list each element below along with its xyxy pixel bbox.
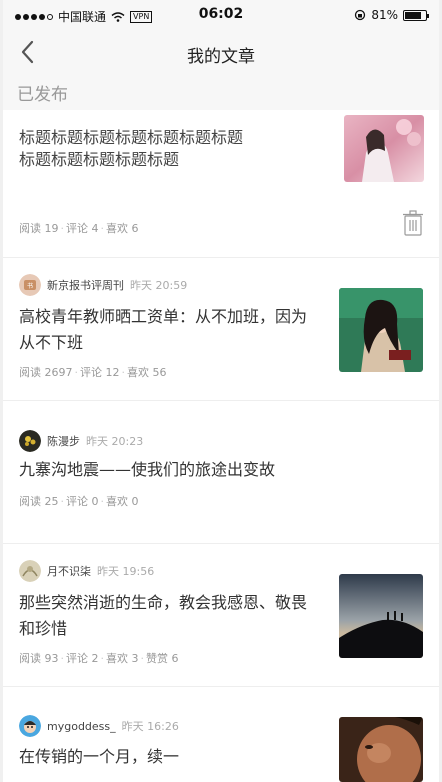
- author-name[interactable]: mygoddess_: [47, 720, 116, 733]
- nav-bar: 我的文章: [3, 30, 439, 74]
- article-thumbnail[interactable]: [344, 115, 424, 182]
- avatar[interactable]: [19, 715, 41, 737]
- post-time: 昨天 20:23: [86, 435, 144, 448]
- post-time: 昨天 19:56: [97, 565, 155, 578]
- article-title-line2: 从不下班: [19, 333, 84, 352]
- article-title-line1: 那些突然消逝的生命，教会我感恩、敬畏: [19, 593, 308, 612]
- article-card[interactable]: 陈漫步 昨天 20:23 九寨沟地震——使我们的旅途出变故 阅读 25 · 评论 0…: [3, 401, 439, 544]
- comment-count: 评论 4: [66, 222, 99, 235]
- avatar[interactable]: 书: [19, 274, 41, 296]
- article-meta: 阅读 93 · 评论 2 · 喜欢 3 · 赞赏 6: [19, 652, 179, 665]
- article-author[interactable]: 书 新京报书评周刊 昨天 20:59: [19, 274, 187, 296]
- author-name[interactable]: 陈漫步: [47, 433, 80, 449]
- article-title[interactable]: 高校青年教师晒工资单：从不加班，因为 从不下班: [19, 304, 329, 356]
- article-title[interactable]: 九寨沟地震——使我们的旅途出变故: [19, 457, 419, 483]
- section-header: 已发布: [3, 74, 439, 110]
- battery-level: [405, 11, 422, 19]
- status-right: 81%: [354, 8, 429, 22]
- read-count: 阅读 25: [19, 495, 59, 508]
- article-card[interactable]: 书 新京报书评周刊 昨天 20:59 高校青年教师晒工资单：从不加班，因为 从不…: [3, 258, 439, 401]
- article-card[interactable]: 月不识柒 昨天 19:56 那些突然消逝的生命，教会我感恩、敬畏 和珍惜 阅读 …: [3, 544, 439, 687]
- my-article-title-line2: 标题标题标题标题标题: [19, 150, 180, 169]
- avatar[interactable]: [19, 430, 41, 452]
- page-title: 我的文章: [187, 47, 255, 67]
- comment-count: 评论 0: [66, 495, 99, 508]
- app-frame: 中国联通 VPN 06:02 81% 我的文章 已发布 标题标题标题标题标题标题…: [0, 0, 442, 782]
- my-article-title[interactable]: 标题标题标题标题标题标题标题 标题标题标题标题标题: [19, 127, 325, 171]
- post-time: 昨天 16:26: [121, 720, 179, 733]
- article-title-line1: 九寨沟地震——使我们的旅途出变故: [19, 460, 276, 479]
- article-title[interactable]: 那些突然消逝的生命，教会我感恩、敬畏 和珍惜: [19, 590, 329, 642]
- like-count: 喜欢 3: [106, 652, 139, 665]
- article-title-line1: 高校青年教师晒工资单：从不加班，因为: [19, 307, 308, 326]
- article-title-line1: 在传销的一个月，续一: [19, 747, 180, 766]
- post-time: 昨天 20:59: [130, 279, 188, 292]
- article-author[interactable]: 陈漫步 昨天 20:23: [19, 430, 143, 452]
- author-name[interactable]: 新京报书评周刊: [47, 277, 124, 293]
- article-thumbnail[interactable]: [339, 574, 423, 658]
- section-title-published: 已发布: [17, 85, 68, 105]
- article-meta: 阅读 2697 · 评论 12 · 喜欢 56: [19, 366, 167, 379]
- article-thumbnail[interactable]: [339, 288, 423, 372]
- battery-icon: [403, 9, 429, 21]
- like-count: 喜欢 56: [127, 366, 167, 379]
- like-count: 喜欢 6: [106, 222, 139, 235]
- my-article-item[interactable]: 标题标题标题标题标题标题标题 标题标题标题标题标题 阅读 19 · 评论 4 ·…: [3, 110, 439, 258]
- read-count: 阅读 2697: [19, 366, 73, 379]
- article-thumbnail[interactable]: [339, 717, 423, 782]
- trash-icon[interactable]: [403, 210, 423, 236]
- read-count: 阅读 93: [19, 652, 59, 665]
- article-author[interactable]: mygoddess_ 昨天 16:26: [19, 715, 179, 737]
- rotation-lock-icon: [355, 9, 366, 21]
- battery-percent: 81%: [371, 8, 398, 22]
- comment-count: 评论 12: [80, 366, 120, 379]
- like-count: 喜欢 0: [106, 495, 139, 508]
- my-article-meta: 阅读 19 · 评论 4 · 喜欢 6: [19, 222, 139, 235]
- svg-text:书: 书: [27, 282, 33, 290]
- read-count: 阅读 19: [19, 222, 59, 235]
- article-title[interactable]: 在传销的一个月，续一: [19, 744, 329, 770]
- article-title-line2: 和珍惜: [19, 619, 68, 638]
- my-article-title-line1: 标题标题标题标题标题标题标题: [19, 128, 244, 147]
- status-bar: 中国联通 VPN 06:02 81%: [3, 0, 439, 30]
- comment-count: 评论 2: [66, 652, 99, 665]
- article-meta: 阅读 25 · 评论 0 · 喜欢 0: [19, 495, 139, 508]
- article-card[interactable]: mygoddess_ 昨天 16:26 在传销的一个月，续一: [3, 687, 439, 782]
- avatar[interactable]: [19, 560, 41, 582]
- article-author[interactable]: 月不识柒 昨天 19:56: [19, 560, 154, 582]
- reward-count: 赞赏 6: [146, 652, 179, 665]
- author-name[interactable]: 月不识柒: [47, 563, 91, 579]
